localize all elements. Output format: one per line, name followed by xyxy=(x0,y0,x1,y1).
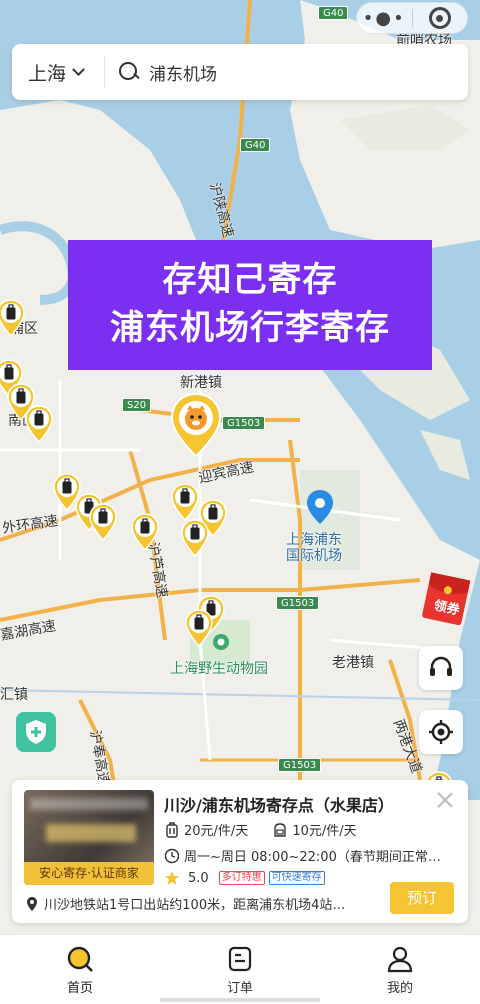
shield-plus-icon xyxy=(26,720,46,744)
close-target-button[interactable] xyxy=(412,7,467,29)
profile-icon xyxy=(387,946,413,973)
home-indicator xyxy=(160,998,320,1002)
mini-program-capsule: •●• xyxy=(356,2,468,34)
tab-orders-label: 订单 xyxy=(226,981,253,996)
coupon-button[interactable]: 领券 xyxy=(420,570,472,628)
luggage-store-pin-icon[interactable] xyxy=(24,404,54,444)
star-icon xyxy=(165,871,179,885)
business-hours: 周一~周日 08:00~22:00（春节期间正常… xyxy=(184,850,441,865)
rating-row: 5.0 多订特惠 可快速寄存 xyxy=(164,870,325,886)
luggage-price: 20元/件/天 xyxy=(184,824,249,839)
store-card[interactable]: 安心寄存·认证商家 川沙/浦东机场寄存点（水果店） 20元/件/天 10元/件/… xyxy=(12,780,468,923)
luggage-store-pin-icon[interactable] xyxy=(130,512,160,552)
search-bar: 上海 浦东机场 xyxy=(12,44,468,100)
banner-line1: 存知己寄存 xyxy=(162,260,338,300)
highway-shield: G1503 xyxy=(222,416,266,430)
search-input[interactable]: 浦东机场 xyxy=(149,60,217,85)
map-label-zoo: 上海野生动物园 xyxy=(170,661,268,677)
luggage-icon xyxy=(166,821,178,838)
store-address: 川沙地铁站1号口出站约100米，距离浦东机场4站… xyxy=(44,898,346,913)
luggage-store-pin-icon[interactable] xyxy=(180,518,210,558)
banner-line2: 浦东机场行李寄存 xyxy=(110,308,390,348)
luggage-store-pin-icon[interactable] xyxy=(170,482,200,522)
customer-service-button[interactable] xyxy=(419,646,463,690)
order-icon xyxy=(228,946,252,972)
map-label-xingang: 新港镇 xyxy=(180,375,222,391)
discount-tag: 多订特惠 xyxy=(218,871,265,885)
headset-icon xyxy=(430,656,452,676)
tab-orders[interactable]: 订单 xyxy=(160,935,320,1004)
city-label: 上海 xyxy=(28,62,67,85)
city-selector[interactable]: 上海 xyxy=(12,59,104,86)
target-icon xyxy=(428,7,451,29)
highway-shield: S20 xyxy=(122,398,152,412)
luggage-store-pin-icon[interactable] xyxy=(184,608,214,648)
highway-shield: G1503 xyxy=(278,758,322,772)
home-search-icon xyxy=(67,946,93,972)
fast-storage-tag: 可快速寄存 xyxy=(268,871,325,885)
price-row: 20元/件/天 10元/件/天 xyxy=(164,820,357,839)
locate-button[interactable] xyxy=(419,710,463,754)
tab-profile-label: 我的 xyxy=(386,981,413,996)
location-icon xyxy=(27,896,37,911)
luggage-store-pin-icon[interactable] xyxy=(88,502,118,542)
bag-price: 10元/件/天 xyxy=(292,824,357,839)
map-label-laogang: 老港镇 xyxy=(332,655,374,671)
tab-home-label: 首页 xyxy=(66,981,93,996)
promo-banner[interactable]: 存知己寄存 浦东机场行李寄存 xyxy=(68,240,432,370)
rating-value: 5.0 xyxy=(188,870,209,886)
bottom-nav: 首页 订单 我的 xyxy=(0,934,480,1004)
highway-shield: G40 xyxy=(318,6,349,20)
close-card-button[interactable] xyxy=(436,790,454,808)
tab-profile[interactable]: 我的 xyxy=(320,935,480,1004)
luggage-store-pin-icon[interactable] xyxy=(0,298,26,338)
store-title: 川沙/浦东机场寄存点（水果店） xyxy=(164,796,394,815)
tab-home[interactable]: 首页 xyxy=(0,935,160,1004)
safety-shield-button[interactable] xyxy=(16,712,56,752)
chevron-down-icon xyxy=(72,62,85,76)
certified-tag: 安心寄存·认证商家 xyxy=(24,862,154,885)
highway-shield: G1503 xyxy=(276,596,320,610)
zoo-poi-icon[interactable] xyxy=(212,633,230,651)
hours-row: 周一~周日 08:00~22:00（春节期间正常… xyxy=(164,846,441,865)
map-label-airport: 上海浦东 国际机场 xyxy=(286,532,342,564)
bag-icon xyxy=(274,822,287,837)
book-button[interactable]: 预订 xyxy=(390,882,454,914)
address-row: 川沙地铁站1号口出站约100米，距离浦东机场4站… xyxy=(24,894,384,913)
selected-store-pin-icon[interactable] xyxy=(170,392,222,458)
more-dots-icon[interactable]: •●• xyxy=(357,8,412,29)
airport-pin-icon[interactable] xyxy=(305,488,335,528)
search-icon xyxy=(119,62,139,82)
clock-icon xyxy=(164,848,180,863)
highway-shield: G40 xyxy=(240,138,271,152)
locate-icon xyxy=(429,720,453,744)
map-label-huizhen: 汇镇 xyxy=(0,687,28,703)
